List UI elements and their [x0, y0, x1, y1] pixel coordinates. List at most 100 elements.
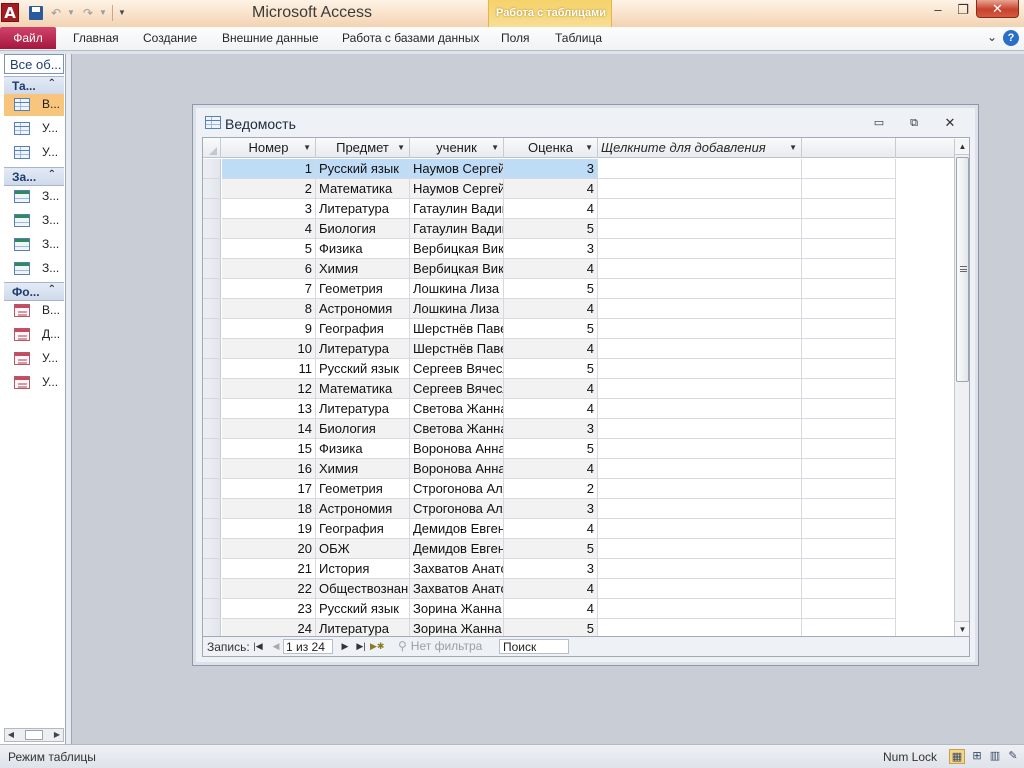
cell-add-field[interactable]: [598, 259, 802, 279]
cell-student[interactable]: Гатаулин Вадим: [410, 219, 504, 239]
cell-empty[interactable]: [802, 399, 896, 419]
first-record-icon[interactable]: |◀: [251, 639, 265, 654]
cell-empty[interactable]: [802, 279, 896, 299]
cell-empty[interactable]: [802, 419, 896, 439]
cell-number[interactable]: 2: [222, 179, 316, 199]
cell-subject[interactable]: Русский язык: [316, 599, 410, 619]
cell-grade[interactable]: 4: [504, 579, 598, 599]
cell-empty[interactable]: [802, 259, 896, 279]
cell-student[interactable]: Зорина Жанна: [410, 599, 504, 619]
cell-add-field[interactable]: [598, 419, 802, 439]
current-record-input[interactable]: 1 из 24: [283, 639, 333, 654]
record-selector[interactable]: [203, 499, 221, 519]
select-all-button[interactable]: [203, 138, 221, 158]
cell-subject[interactable]: Физика: [316, 239, 410, 259]
nav-item-form-2[interactable]: Д...: [4, 324, 64, 346]
column-header-grade[interactable]: Оценка ▼: [504, 138, 598, 158]
cell-student[interactable]: Сергеев Вячеслав: [410, 379, 504, 399]
record-selector[interactable]: [203, 359, 221, 379]
design-view-icon[interactable]: ✎: [1005, 749, 1021, 764]
cell-number[interactable]: 12: [222, 379, 316, 399]
tab-file[interactable]: Файл: [0, 27, 56, 49]
record-selector[interactable]: [203, 419, 221, 439]
nav-item-table-3[interactable]: У...: [4, 142, 64, 164]
cell-student[interactable]: Воронова Анна: [410, 459, 504, 479]
tab-database-tools[interactable]: Работа с базами данных: [342, 27, 479, 50]
record-selector[interactable]: [203, 259, 221, 279]
cell-number[interactable]: 15: [222, 439, 316, 459]
cell-add-field[interactable]: [598, 519, 802, 539]
cell-subject[interactable]: Обществознание: [316, 579, 410, 599]
cell-grade[interactable]: 5: [504, 359, 598, 379]
cell-number[interactable]: 4: [222, 219, 316, 239]
cell-add-field[interactable]: [598, 379, 802, 399]
cell-empty[interactable]: [802, 179, 896, 199]
table-row[interactable]: 15 Физика Воронова Анна 5: [203, 439, 955, 459]
record-selector[interactable]: [203, 459, 221, 479]
collapse-chevron-icon[interactable]: ⌃: [48, 284, 56, 295]
cell-number[interactable]: 24: [222, 619, 316, 636]
column-dropdown-icon[interactable]: ▼: [397, 138, 405, 157]
table-row[interactable]: 17ГеометрияСтрогонова Алла2: [203, 479, 955, 499]
nav-item-query-4[interactable]: З...: [4, 258, 64, 280]
cell-number[interactable]: 16: [222, 459, 316, 479]
table-window-titlebar[interactable]: Ведомость ▭ ⧉ ✕: [193, 105, 978, 139]
cell-subject[interactable]: Литература: [316, 339, 410, 359]
cell-add-field[interactable]: [598, 319, 802, 339]
record-selector[interactable]: [203, 579, 221, 599]
scroll-down-icon[interactable]: ▼: [955, 621, 969, 636]
cell-subject[interactable]: География: [316, 319, 410, 339]
record-selector[interactable]: [203, 319, 221, 339]
cell-student[interactable]: Шерстнёв Павел: [410, 319, 504, 339]
cell-add-field[interactable]: [598, 219, 802, 239]
cell-empty[interactable]: [802, 339, 896, 359]
cell-number[interactable]: 3: [222, 199, 316, 219]
record-selector[interactable]: [203, 599, 221, 619]
record-selector[interactable]: [203, 199, 221, 219]
cell-empty[interactable]: [802, 599, 896, 619]
cell-grade[interactable]: 4: [504, 259, 598, 279]
column-header-student[interactable]: ученик ▼: [410, 138, 504, 158]
cell-number[interactable]: 9: [222, 319, 316, 339]
record-selector[interactable]: [203, 379, 221, 399]
cell-add-field[interactable]: [598, 339, 802, 359]
cell-subject[interactable]: Биология: [316, 419, 410, 439]
table-row[interactable]: 19ГеографияДемидов Евгений4: [203, 519, 955, 539]
cell-subject[interactable]: Астрономия: [316, 299, 410, 319]
cell-student[interactable]: Вербицкая Вика: [410, 239, 504, 259]
cell-add-field[interactable]: [598, 459, 802, 479]
cell-empty[interactable]: [802, 539, 896, 559]
datasheet-vertical-scrollbar[interactable]: ▲ ▼: [954, 139, 969, 636]
pivot-table-view-icon[interactable]: ⊞: [969, 749, 985, 764]
cell-empty[interactable]: [802, 499, 896, 519]
column-dropdown-icon[interactable]: ▼: [789, 138, 797, 157]
record-selector[interactable]: [203, 559, 221, 579]
window-close-button[interactable]: ✕: [941, 116, 959, 130]
cell-student[interactable]: Шерстнёв Павел: [410, 339, 504, 359]
help-icon[interactable]: ?: [1003, 30, 1019, 46]
table-row[interactable]: 8 Астрономия Лошкина Лиза 4: [203, 299, 955, 319]
cell-student[interactable]: Демидов Евгений: [410, 519, 504, 539]
cell-grade[interactable]: 4: [504, 459, 598, 479]
pivot-chart-view-icon[interactable]: ▥: [987, 749, 1003, 764]
cell-number[interactable]: 19: [222, 519, 316, 539]
cell-grade[interactable]: 4: [504, 379, 598, 399]
table-row[interactable]: 23 Русский язык Зорина Жанна 4: [203, 599, 955, 619]
cell-add-field[interactable]: [598, 559, 802, 579]
redo-icon[interactable]: ↷: [80, 4, 96, 22]
cell-student[interactable]: Сергеев Вячеслав: [410, 359, 504, 379]
table-row[interactable]: 21ИсторияЗахватов Анатолий3: [203, 559, 955, 579]
cell-grade[interactable]: 5: [504, 619, 598, 636]
cell-empty[interactable]: [802, 219, 896, 239]
nav-pane-header[interactable]: Все об...: [4, 54, 64, 74]
nav-group-tables[interactable]: Та... ⌃: [4, 76, 64, 95]
cell-grade[interactable]: 5: [504, 319, 598, 339]
nav-item-query-2[interactable]: З...: [4, 210, 64, 232]
cell-number[interactable]: 11: [222, 359, 316, 379]
cell-add-field[interactable]: [598, 599, 802, 619]
cell-number[interactable]: 18: [222, 499, 316, 519]
cell-empty[interactable]: [802, 239, 896, 259]
record-selector[interactable]: [203, 279, 221, 299]
table-row[interactable]: 5 Физика Вербицкая Вика 3: [203, 239, 955, 259]
cell-student[interactable]: Светова Жанна: [410, 419, 504, 439]
